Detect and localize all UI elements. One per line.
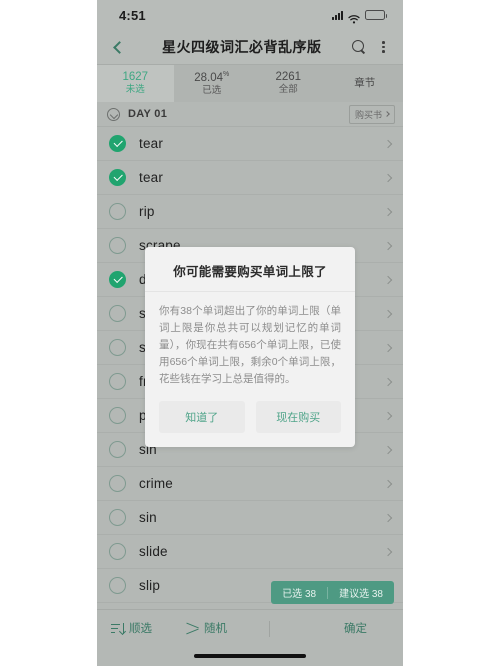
word-label: tear — [139, 136, 164, 151]
buy-book-label: 购买书 — [354, 109, 382, 120]
dialog-title: 你可能需要购买单词上限了 — [145, 247, 355, 292]
sort-button[interactable]: 顺选 — [111, 620, 152, 636]
suggested-count-label: 建议选 38 — [339, 589, 383, 600]
wifi-icon — [348, 11, 360, 23]
stat-tab-selected[interactable]: 28.04% 已选 — [174, 65, 251, 102]
buy-book-button[interactable]: 购买书 — [348, 104, 395, 124]
stat-label: 已选 — [202, 84, 222, 96]
word-row[interactable]: crime — [97, 467, 403, 501]
checkbox-unchecked-icon[interactable] — [109, 237, 126, 254]
more-vertical-icon[interactable] — [378, 41, 389, 53]
stat-tab-unselected[interactable]: 1627 未选 — [97, 65, 174, 102]
stat-value: 2261 — [275, 71, 302, 84]
word-limit-dialog: 你可能需要购买单词上限了 你有38个单词超出了你的单词上限（单词上限是你总共可以… — [145, 247, 355, 447]
checkbox-unchecked-icon[interactable] — [109, 543, 126, 560]
status-time: 4:51 — [119, 7, 146, 23]
checkbox-unchecked-icon[interactable] — [109, 339, 126, 356]
stats-bar: 1627 未选 28.04% 已选 2261 全部 章节 — [97, 64, 403, 102]
word-label: tear — [139, 170, 164, 185]
page-title: 星火四级词汇必背乱序版 — [161, 39, 322, 55]
word-row[interactable]: rip — [97, 195, 403, 229]
search-icon[interactable] — [352, 40, 366, 54]
checkbox-checked-icon[interactable] — [109, 169, 126, 186]
bottom-toolbar: 顺选 随机 确定 — [97, 609, 403, 666]
chevron-right-icon[interactable] — [383, 275, 393, 284]
stat-tab-all[interactable]: 2261 全部 — [250, 65, 327, 102]
dialog-dismiss-button[interactable]: 知道了 — [159, 401, 245, 433]
header-actions — [352, 40, 389, 54]
status-icons — [332, 10, 387, 23]
chevron-right-icon[interactable] — [383, 513, 393, 522]
chevron-right-icon[interactable] — [383, 241, 393, 250]
chevron-down-circle-icon[interactable] — [107, 107, 120, 121]
battery-low-power-icon — [365, 10, 387, 20]
sort-label: 顺选 — [129, 623, 152, 635]
checkbox-unchecked-icon[interactable] — [109, 203, 126, 220]
chevron-right-icon[interactable] — [383, 139, 393, 148]
selected-count-label: 已选 38 — [282, 589, 317, 600]
random-button[interactable]: 随机 — [186, 620, 227, 636]
stat-label: 未选 — [125, 84, 145, 96]
chevron-right-icon[interactable] — [383, 411, 393, 420]
word-row[interactable]: tear — [97, 127, 403, 161]
word-label: rip — [139, 204, 155, 219]
dialog-body: 你有38个单词超出了你的单词上限（单词上限是你总共可以规划记忆的单词量），你现在… — [159, 305, 341, 385]
status-bar: 4:51 — [97, 0, 403, 30]
checkbox-unchecked-icon[interactable] — [109, 305, 126, 322]
confirm-button[interactable]: 确定 — [344, 620, 367, 636]
checkbox-unchecked-icon[interactable] — [109, 407, 126, 424]
stat-value: 1627 — [122, 71, 149, 84]
day-section-header[interactable]: DAY 01 购买书 — [97, 102, 403, 127]
checkbox-unchecked-icon[interactable] — [109, 577, 126, 594]
word-row[interactable]: sin — [97, 501, 403, 535]
sort-descending-icon — [111, 622, 124, 634]
app-header: 星火四级词汇必背乱序版 — [97, 30, 403, 64]
chevron-right-icon[interactable] — [383, 479, 393, 488]
chevron-right-icon[interactable] — [383, 377, 393, 386]
checkbox-unchecked-icon[interactable] — [109, 475, 126, 492]
checkbox-unchecked-icon[interactable] — [109, 509, 126, 526]
stat-value: 28.04% — [194, 71, 230, 84]
chevron-right-icon[interactable] — [383, 445, 393, 454]
selection-count-badge[interactable]: 已选 38 建议选 38 — [271, 581, 394, 604]
signal-bars-icon — [332, 10, 343, 20]
chevron-right-icon[interactable] — [383, 343, 393, 352]
back-button[interactable] — [107, 40, 131, 54]
screenshot-root: 4:51 星火四级词汇必背乱序版 1627 未选 28.04% 已选 2261 … — [0, 0, 500, 666]
checkbox-unchecked-icon[interactable] — [109, 373, 126, 390]
chevron-right-icon — [384, 111, 390, 117]
chapter-tab-label: 章节 — [354, 76, 376, 89]
word-label: slide — [139, 544, 168, 559]
shuffle-icon — [186, 622, 199, 635]
percent-sign: % — [223, 71, 230, 79]
chevron-right-icon[interactable] — [383, 309, 393, 318]
word-label: sin — [139, 510, 157, 525]
dialog-actions: 知道了 现在购买 — [145, 401, 355, 447]
chevron-right-icon[interactable] — [383, 547, 393, 556]
random-label: 随机 — [204, 623, 227, 635]
word-row[interactable]: tear — [97, 161, 403, 195]
day-label: DAY 01 — [128, 108, 168, 120]
chevron-right-icon[interactable] — [383, 207, 393, 216]
word-row[interactable]: slide — [97, 535, 403, 569]
phone-screen: 4:51 星火四级词汇必背乱序版 1627 未选 28.04% 已选 2261 … — [97, 0, 403, 666]
checkbox-unchecked-icon[interactable] — [109, 441, 126, 458]
checkbox-checked-icon[interactable] — [109, 271, 126, 288]
toolbar-divider — [269, 621, 270, 637]
word-label: crime — [139, 476, 173, 491]
chapter-tab[interactable]: 章节 — [327, 65, 404, 102]
dialog-purchase-button[interactable]: 现在购买 — [255, 401, 341, 433]
home-indicator — [194, 654, 306, 658]
checkbox-checked-icon[interactable] — [109, 135, 126, 152]
stat-label: 全部 — [278, 84, 298, 96]
chevron-left-icon — [112, 40, 126, 54]
chevron-right-icon[interactable] — [383, 173, 393, 182]
